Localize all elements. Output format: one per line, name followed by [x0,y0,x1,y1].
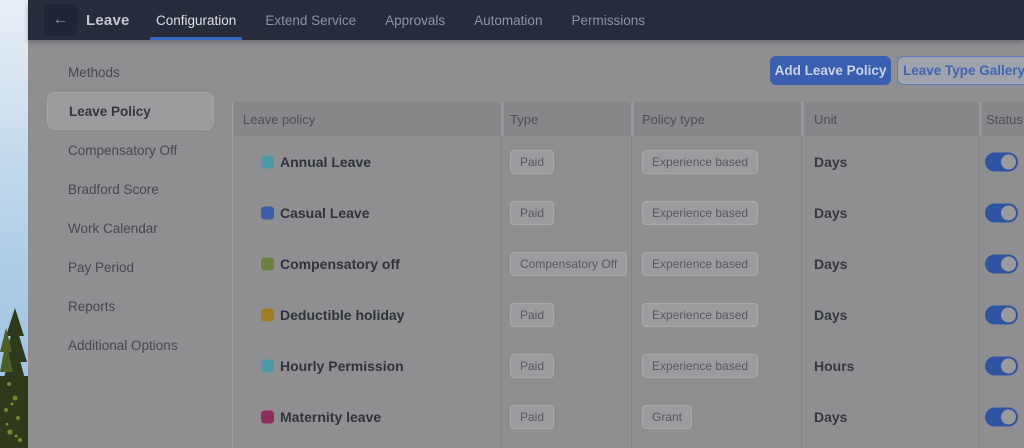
leave-type-gallery-button[interactable]: Leave Type Gallery [897,56,1024,85]
status-toggle[interactable] [985,356,1018,375]
leave-color-swatch [261,308,274,321]
toggle-knob [1001,256,1016,271]
table-body: Annual LeavePaidExperience basedDaysCasu… [233,136,1024,442]
tab-approvals[interactable]: Approvals [384,0,446,40]
sidebar-item-bradford-score[interactable]: Bradford Score [47,170,214,208]
sidebar-item-additional-options[interactable]: Additional Options [47,326,214,364]
column-header-status: Status [986,102,1023,136]
type-chip: Paid [510,405,554,429]
table-header: Leave policy Type Policy type Unit Statu… [233,102,1024,136]
table-row[interactable]: Annual Leave Paid Experience based Days [233,136,1024,187]
header-divider [631,102,634,136]
leave-name: Maternity leave [280,409,381,425]
column-header-unit: Unit [814,102,837,136]
table-row[interactable]: Casual Leave Paid Experience based Days [233,187,1024,238]
nav-tabs: Configuration Extend Service Approvals Auto… [155,0,646,40]
tab-permissions[interactable]: Permissions [570,0,646,40]
toggle-knob [1001,205,1016,220]
table-row[interactable]: Deductible holiday Paid Experience based Da… [233,289,1024,340]
header-divider [979,102,982,136]
type-chip: Compensatory Off [510,252,627,276]
status-toggle[interactable] [985,305,1018,324]
add-leave-policy-button[interactable]: Add Leave Policy [770,56,891,85]
column-header-policy-type: Policy type [642,102,705,136]
toggle-knob [1001,154,1016,169]
column-header-type: Type [510,102,538,136]
policy-type-chip: Grant [642,405,692,429]
toggle-knob [1001,307,1016,322]
policy-type-chip: Experience based [642,150,758,174]
pine-tree-graphic [0,306,28,448]
column-header-leave-policy: Leave policy [243,102,315,136]
unit-value: Days [814,205,847,221]
back-arrow-icon: ← [53,11,69,29]
content-area: MethodsLeave PolicyCompensatory OffBradf… [28,40,1024,448]
leave-color-swatch [261,359,274,372]
unit-value: Days [814,409,847,425]
type-chip: Paid [510,150,554,174]
leave-color-swatch [261,410,274,423]
leave-name: Annual Leave [280,154,371,170]
header-divider [801,102,804,136]
sidebar: MethodsLeave PolicyCompensatory OffBradf… [28,40,232,448]
policy-type-chip: Experience based [642,201,758,225]
leave-color-swatch [261,155,274,168]
back-button[interactable]: ← [44,4,77,36]
type-chip: Paid [510,303,554,327]
tab-extend-service[interactable]: Extend Service [264,0,357,40]
unit-value: Hours [814,358,854,374]
sidebar-item-reports[interactable]: Reports [47,287,214,325]
leave-color-swatch [261,257,274,270]
screen: ← Leave Configuration Extend Service Appro… [0,0,1024,448]
tab-configuration[interactable]: Configuration [155,0,237,40]
status-toggle[interactable] [985,152,1018,171]
type-chip: Paid [510,201,554,225]
tab-automation[interactable]: Automation [473,0,543,40]
leave-name: Deductible holiday [280,307,404,323]
status-toggle[interactable] [985,254,1018,273]
top-navbar: ← Leave Configuration Extend Service Appro… [28,0,1024,40]
desktop-wallpaper [0,0,28,448]
status-toggle[interactable] [985,407,1018,426]
toggle-knob [1001,409,1016,424]
policy-type-chip: Experience based [642,303,758,327]
leave-name: Hourly Permission [280,358,404,374]
table-row[interactable]: Hourly Permission Paid Experience based Hou… [233,340,1024,391]
leave-name: Casual Leave [280,205,370,221]
table-row[interactable]: Compensatory off Compensatory Off Experien… [233,238,1024,289]
table-row[interactable]: Maternity leave Paid Grant Days [233,391,1024,442]
policy-type-chip: Experience based [642,354,758,378]
status-toggle[interactable] [985,203,1018,222]
unit-value: Days [814,256,847,272]
sidebar-item-methods[interactable]: Methods [47,53,214,91]
sidebar-item-work-calendar[interactable]: Work Calendar [47,209,214,247]
leave-color-swatch [261,206,274,219]
leave-policy-table: Leave policy Type Policy type Unit Statu… [232,102,1024,448]
page-title: Leave [86,0,130,40]
sidebar-item-compensatory-off[interactable]: Compensatory Off [47,131,214,169]
app-window: ← Leave Configuration Extend Service Appro… [28,0,1024,448]
sidebar-item-pay-period[interactable]: Pay Period [47,248,214,286]
leave-name: Compensatory off [280,256,400,272]
header-divider [501,102,504,136]
unit-value: Days [814,154,847,170]
sidebar-item-leave-policy[interactable]: Leave Policy [47,92,214,130]
policy-type-chip: Experience based [642,252,758,276]
type-chip: Paid [510,354,554,378]
toggle-knob [1001,358,1016,373]
unit-value: Days [814,307,847,323]
